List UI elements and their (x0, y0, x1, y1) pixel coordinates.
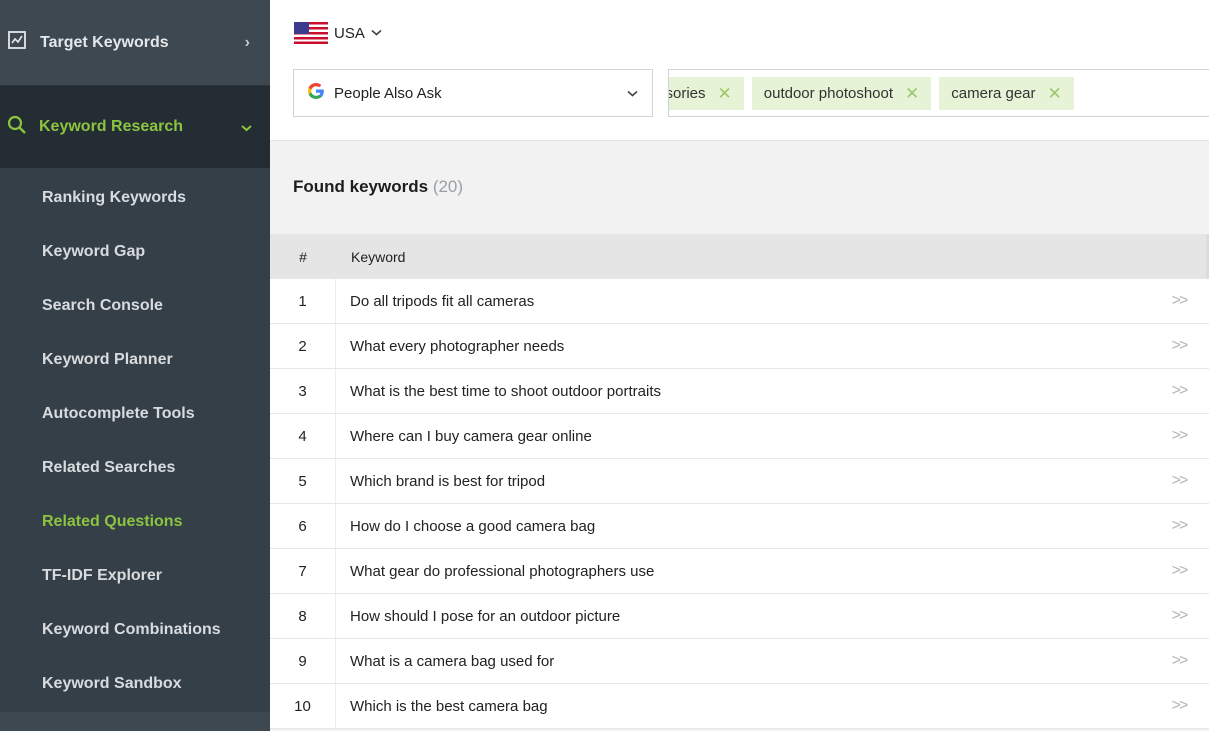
tag-list: ssories ✕ outdoor photoshoot ✕ camera ge… (669, 77, 1074, 110)
column-header-keyword[interactable]: Keyword (336, 249, 1206, 265)
keyword-research-submenu: Ranking Keywords Keyword Gap Search Cons… (0, 168, 270, 711)
double-chevron-right-icon[interactable]: >> (1149, 697, 1209, 715)
row-number: 10 (270, 684, 336, 728)
sidebar-item-keyword-sandbox[interactable]: Keyword Sandbox (0, 657, 270, 711)
table-row[interactable]: 4 Where can I buy camera gear online >> (270, 414, 1209, 459)
double-chevron-right-icon[interactable]: >> (1149, 652, 1209, 670)
keyword-tags-input[interactable]: ssories ✕ outdoor photoshoot ✕ camera ge… (668, 69, 1209, 117)
keyword-tag: camera gear ✕ (939, 77, 1074, 110)
tag-label: ssories (669, 85, 706, 102)
country-selector[interactable]: USA (294, 22, 382, 44)
row-keyword: Which brand is best for tripod (350, 472, 546, 490)
sidebar-item-search-console[interactable]: Search Console (0, 279, 270, 333)
row-keyword: Which is the best camera bag (350, 697, 548, 715)
row-number: 2 (270, 324, 336, 368)
tag-label: outdoor photoshoot (763, 85, 894, 102)
chevron-down-icon (371, 27, 382, 39)
sidebar-item-keyword-combinations[interactable]: Keyword Combinations (0, 603, 270, 657)
row-keyword: Where can I buy camera gear online (350, 427, 592, 445)
close-icon[interactable]: ✕ (1048, 84, 1062, 104)
sidebar-item-keyword-planner[interactable]: Keyword Planner (0, 333, 270, 387)
sidebar-item-ranking-keywords[interactable]: Ranking Keywords (0, 171, 270, 225)
sidebar-item-related-searches[interactable]: Related Searches (0, 441, 270, 495)
search-icon (7, 115, 27, 140)
row-number: 5 (270, 459, 336, 503)
main-content: USA People Also Ask ssor (270, 0, 1209, 731)
keyword-tag: ssories ✕ (669, 77, 744, 110)
double-chevron-right-icon[interactable]: >> (1149, 382, 1209, 400)
table-row[interactable]: 10 Which is the best camera bag >> (270, 684, 1209, 729)
keyword-tag: outdoor photoshoot ✕ (751, 77, 932, 110)
chevron-down-icon (627, 86, 638, 100)
found-keywords-heading: Found keywords (293, 177, 429, 196)
controls-panel: USA People Also Ask ssor (270, 0, 1209, 141)
row-number: 4 (270, 414, 336, 458)
row-number: 3 (270, 369, 336, 413)
chevron-down-icon (241, 120, 252, 135)
tag-label: camera gear (951, 85, 1036, 102)
nav-target-keywords[interactable]: Target Keywords › (0, 0, 270, 86)
found-keywords-title: Found keywords (20) (293, 177, 463, 197)
table-row[interactable]: 8 How should I pose for an outdoor pictu… (270, 594, 1209, 639)
search-engine-select[interactable]: People Also Ask (293, 69, 653, 117)
double-chevron-right-icon[interactable]: >> (1149, 562, 1209, 580)
chevron-right-icon: › (244, 33, 250, 51)
table-row[interactable]: 5 Which brand is best for tripod >> (270, 459, 1209, 504)
row-keyword: How should I pose for an outdoor picture (350, 607, 621, 625)
row-number: 6 (270, 504, 336, 548)
close-icon[interactable]: ✕ (718, 84, 732, 104)
chart-line-icon (8, 31, 26, 54)
sidebar-item-keyword-gap[interactable]: Keyword Gap (0, 225, 270, 279)
row-keyword: How do I choose a good camera bag (350, 517, 596, 535)
double-chevron-right-icon[interactable]: >> (1149, 337, 1209, 355)
double-chevron-right-icon[interactable]: >> (1149, 607, 1209, 625)
nav-keyword-research[interactable]: Keyword Research (0, 86, 270, 168)
table-row[interactable]: 3 What is the best time to shoot outdoor… (270, 369, 1209, 414)
row-keyword: What is a camera bag used for (350, 652, 555, 670)
row-keyword: Do all tripods fit all cameras (350, 292, 535, 310)
double-chevron-right-icon[interactable]: >> (1149, 472, 1209, 490)
row-number: 9 (270, 639, 336, 683)
row-number: 8 (270, 594, 336, 638)
row-number: 7 (270, 549, 336, 593)
usa-flag-icon (294, 22, 328, 44)
sidebar: Target Keywords › Keyword Research Ranki… (0, 0, 270, 731)
double-chevron-right-icon[interactable]: >> (1149, 427, 1209, 445)
search-engine-label: People Also Ask (334, 84, 442, 102)
table-row[interactable]: 7 What gear do professional photographer… (270, 549, 1209, 594)
row-keyword: What gear do professional photographers … (350, 562, 655, 580)
row-keyword: What every photographer needs (350, 337, 565, 355)
column-header-number[interactable]: # (270, 234, 336, 279)
sidebar-item-related-questions[interactable]: Related Questions (0, 495, 270, 549)
keywords-table: # Keyword 1 Do all tripods fit all camer… (270, 234, 1209, 729)
double-chevron-right-icon[interactable]: >> (1149, 517, 1209, 535)
table-row[interactable]: 6 How do I choose a good camera bag >> (270, 504, 1209, 549)
table-header: # Keyword (270, 234, 1209, 279)
close-icon[interactable]: ✕ (905, 84, 919, 104)
table-row[interactable]: 9 What is a camera bag used for >> (270, 639, 1209, 684)
row-number: 1 (270, 279, 336, 323)
sidebar-item-autocomplete-tools[interactable]: Autocomplete Tools (0, 387, 270, 441)
table-row[interactable]: 1 Do all tripods fit all cameras >> (270, 279, 1209, 324)
sidebar-next-section[interactable] (0, 712, 270, 731)
nav-target-keywords-label: Target Keywords (40, 33, 169, 51)
found-keywords-count: (20) (432, 177, 464, 196)
double-chevron-right-icon[interactable]: >> (1149, 292, 1209, 310)
row-keyword: What is the best time to shoot outdoor p… (350, 382, 661, 400)
google-g-icon (306, 81, 326, 106)
nav-keyword-research-label: Keyword Research (39, 118, 184, 135)
country-label: USA (334, 24, 365, 42)
sidebar-item-tf-idf-explorer[interactable]: TF-IDF Explorer (0, 549, 270, 603)
table-row[interactable]: 2 What every photographer needs >> (270, 324, 1209, 369)
